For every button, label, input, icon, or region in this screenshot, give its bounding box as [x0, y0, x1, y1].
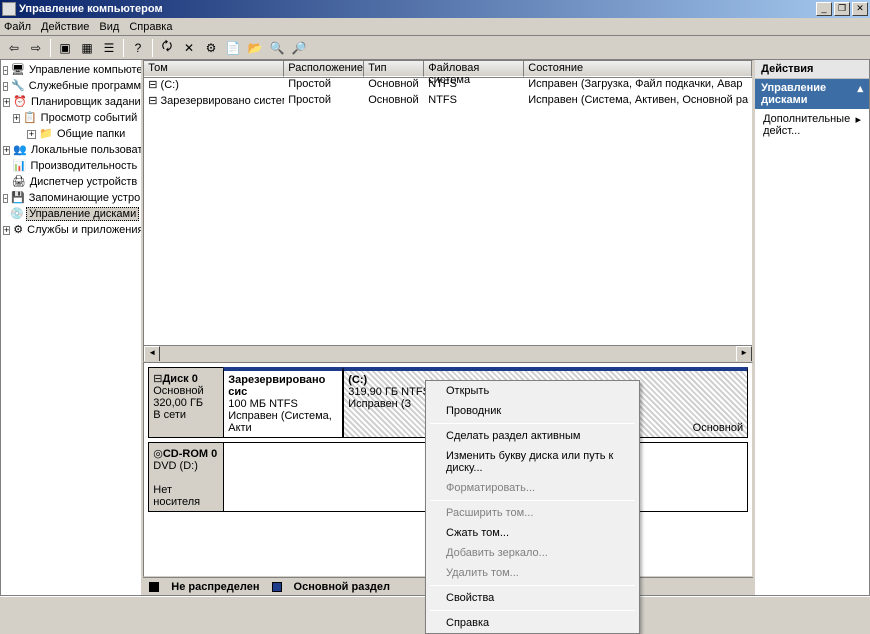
- action1-button[interactable]: 📄: [223, 38, 243, 58]
- horizontal-scrollbar[interactable]: ◄ ►: [144, 345, 752, 361]
- menu-view[interactable]: Вид: [99, 21, 119, 33]
- expand-icon[interactable]: +: [13, 114, 20, 123]
- back-button[interactable]: ⇦: [4, 38, 24, 58]
- collapse-icon[interactable]: -: [3, 82, 8, 91]
- computer-icon: 🖥: [11, 63, 25, 77]
- tree-apps[interactable]: +⚙Службы и приложения: [3, 222, 139, 238]
- ctx-format: Форматировать...: [426, 478, 639, 498]
- tree-item[interactable]: 🖨Диспетчер устройств: [3, 174, 139, 190]
- actions-subheader[interactable]: Управление дисками ▴: [755, 79, 869, 109]
- maximize-button[interactable]: ❐: [834, 2, 850, 16]
- volume-row[interactable]: ⊟ Зарезервировано системой Простой Основ…: [144, 94, 752, 110]
- tree-item[interactable]: 📊Производительность: [3, 158, 139, 174]
- expand-icon[interactable]: +: [3, 98, 10, 107]
- shared-folders-icon: 📁: [39, 127, 53, 141]
- menu-help[interactable]: Справка: [129, 21, 172, 33]
- titlebar: Управление компьютером _ ❐ ✕: [0, 0, 870, 18]
- props-button[interactable]: ▦: [77, 38, 97, 58]
- scroll-right-icon[interactable]: ►: [736, 346, 752, 362]
- context-menu: Открыть Проводник Сделать раздел активны…: [425, 380, 640, 634]
- scroll-left-icon[interactable]: ◄: [144, 346, 160, 362]
- col-layout[interactable]: Расположение: [284, 61, 364, 77]
- minimize-button[interactable]: _: [816, 2, 832, 16]
- ctx-explorer[interactable]: Проводник: [426, 401, 639, 421]
- actions-panel: Действия Управление дисками ▴ Дополнител…: [753, 60, 869, 595]
- events-icon: 📋: [23, 111, 37, 125]
- disk-info[interactable]: ⊟Диск 0 Основной 320,00 ГБ В сети: [148, 367, 223, 438]
- up-button[interactable]: ▣: [55, 38, 75, 58]
- ctx-active[interactable]: Сделать раздел активным: [426, 426, 639, 446]
- tree-services[interactable]: -🔧Служебные программы: [3, 78, 139, 94]
- close-button[interactable]: ✕: [852, 2, 868, 16]
- performance-icon: 📊: [13, 159, 27, 173]
- cdrom-info[interactable]: ◎CD-ROM 0 DVD (D:) Нет носителя: [148, 442, 223, 512]
- services-icon: ⚙: [13, 223, 23, 237]
- volume-row[interactable]: ⊟ (C:) Простой Основной NTFS Исправен (З…: [144, 78, 752, 94]
- expand-icon[interactable]: +: [27, 130, 36, 139]
- app-icon: [2, 2, 16, 16]
- storage-icon: 💾: [11, 191, 25, 205]
- tree-storage[interactable]: -💾Запоминающие устройства: [3, 190, 139, 206]
- chevron-right-icon: ▸: [855, 113, 861, 137]
- disk-icon: 💿: [10, 207, 24, 221]
- ctx-shrink[interactable]: Сжать том...: [426, 523, 639, 543]
- toolbar: ⇦ ⇨ ▣ ▦ ☰ ? 🗘 ✕ ⚙ 📄 📂 🔍 🔎: [0, 36, 870, 60]
- legend-primary-icon: [272, 582, 282, 592]
- collapse-icon[interactable]: -: [3, 194, 8, 203]
- tree-item[interactable]: +📋Просмотр событий: [3, 110, 139, 126]
- device-manager-icon: 🖨: [12, 175, 26, 189]
- actions-header: Действия: [755, 60, 869, 79]
- help-button[interactable]: ?: [128, 38, 148, 58]
- tree-item[interactable]: +📁Общие папки: [3, 126, 139, 142]
- legend-unallocated-icon: [149, 582, 159, 592]
- menubar: Файл Действие Вид Справка: [0, 18, 870, 36]
- tree-item[interactable]: +👥Локальные пользовател: [3, 142, 139, 158]
- expand-icon[interactable]: +: [3, 226, 10, 235]
- col-status[interactable]: Состояние: [524, 61, 752, 77]
- tree-disk-mgmt[interactable]: 💿Управление дисками: [3, 206, 139, 222]
- tree-panel: -🖥Управление компьютером (лока -🔧Служебн…: [1, 60, 143, 595]
- window-title: Управление компьютером: [19, 3, 816, 15]
- users-icon: 👥: [13, 143, 27, 157]
- volume-list: Том Расположение Тип Файловая система Со…: [143, 60, 753, 362]
- ctx-mirror: Добавить зеркало...: [426, 543, 639, 563]
- dropdown-icon: ▴: [857, 82, 863, 106]
- menu-action[interactable]: Действие: [41, 21, 89, 33]
- ctx-help[interactable]: Справка: [426, 613, 639, 633]
- action2-button[interactable]: 📂: [245, 38, 265, 58]
- tree-item[interactable]: +⏰Планировщик заданий: [3, 94, 139, 110]
- action3-button[interactable]: 🔍: [267, 38, 287, 58]
- ctx-props[interactable]: Свойства: [426, 588, 639, 608]
- partition-system-reserved[interactable]: Зарезервировано сис 100 МБ NTFS Исправен…: [223, 367, 343, 438]
- col-fs[interactable]: Файловая система: [424, 61, 524, 77]
- collapse-icon[interactable]: -: [3, 66, 8, 75]
- tools-icon: 🔧: [11, 79, 25, 93]
- ctx-delete: Удалить том...: [426, 563, 639, 583]
- ctx-letter[interactable]: Изменить букву диска или путь к диску...: [426, 446, 639, 478]
- ctx-open[interactable]: Открыть: [426, 381, 639, 401]
- cdrom-icon: ◎: [153, 448, 163, 460]
- disk-icon: ⊟: [148, 79, 157, 91]
- col-volume[interactable]: Том: [144, 61, 284, 77]
- action4-button[interactable]: 🔎: [289, 38, 309, 58]
- forward-button[interactable]: ⇨: [26, 38, 46, 58]
- rescan-button[interactable]: ⚙: [201, 38, 221, 58]
- list-button[interactable]: ☰: [99, 38, 119, 58]
- delete-button[interactable]: ✕: [179, 38, 199, 58]
- volume-header: Том Расположение Тип Файловая система Со…: [144, 61, 752, 78]
- scheduler-icon: ⏰: [13, 95, 27, 109]
- col-type[interactable]: Тип: [364, 61, 424, 77]
- disk-icon: ⊟: [148, 95, 157, 107]
- menu-file[interactable]: Файл: [4, 21, 31, 33]
- ctx-extend: Расширить том...: [426, 503, 639, 523]
- refresh-button[interactable]: 🗘: [157, 38, 177, 58]
- actions-more[interactable]: Дополнительные дейст... ▸: [755, 109, 869, 141]
- expand-icon[interactable]: +: [3, 146, 10, 155]
- tree-root[interactable]: -🖥Управление компьютером (лока: [3, 62, 139, 78]
